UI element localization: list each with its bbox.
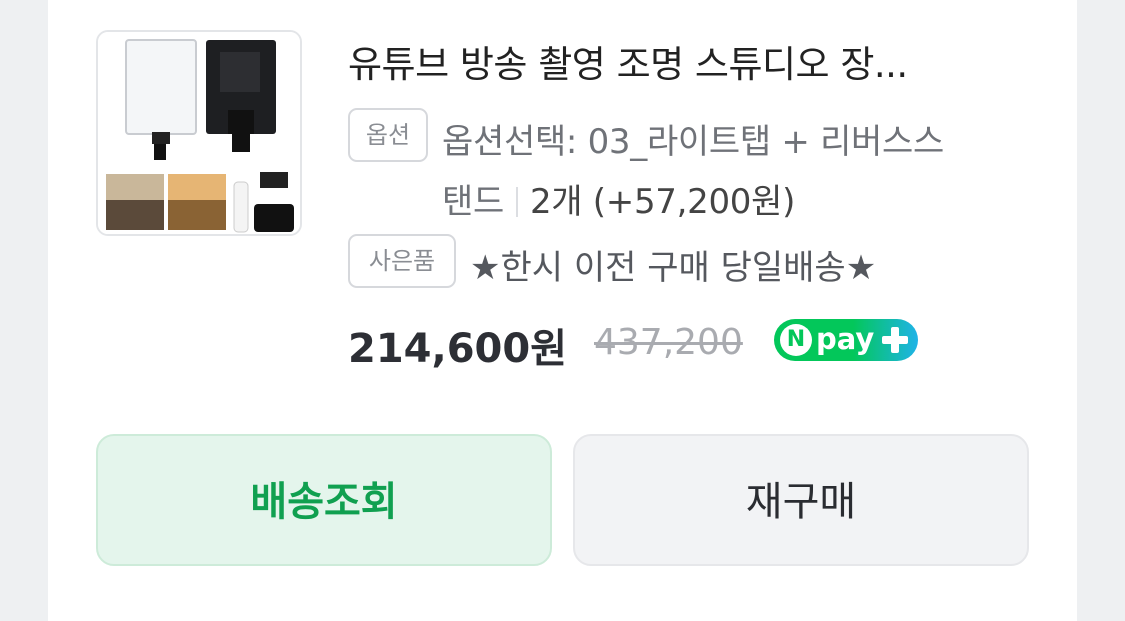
track-shipping-button[interactable]: 배송조회: [96, 434, 552, 566]
original-price: 437,200: [594, 322, 743, 363]
option-quantity: 2개 (+57,200원): [529, 182, 796, 222]
divider: [515, 187, 518, 217]
current-price: 214,600원: [348, 326, 567, 372]
gift-tag: 사은품: [348, 234, 456, 288]
option-line-2-text: 탠드: [442, 182, 504, 222]
gift-text: ★한시 이전 구매 당일배송★: [470, 248, 877, 288]
rebuy-button[interactable]: 재구매: [573, 434, 1029, 566]
product-image-icon: [98, 32, 300, 234]
option-tag: 옵션: [348, 108, 428, 162]
product-title[interactable]: 유튜브 방송 촬영 조명 스튜디오 장...: [348, 34, 1028, 88]
option-line-2: 탠드 2개 (+57,200원): [442, 174, 795, 223]
product-thumbnail[interactable]: [96, 30, 302, 236]
plus-icon: [882, 327, 908, 353]
npay-plus-badge: N pay: [774, 319, 918, 361]
npay-label: pay: [816, 322, 875, 356]
order-item-card: 유튜브 방송 촬영 조명 스튜디오 장... 옵션 옵션선택: 03_라이트탭 …: [48, 0, 1077, 621]
naver-n-icon: N: [780, 324, 812, 356]
option-line-1: 옵션선택: 03_라이트탭 + 리버스스: [442, 122, 944, 162]
